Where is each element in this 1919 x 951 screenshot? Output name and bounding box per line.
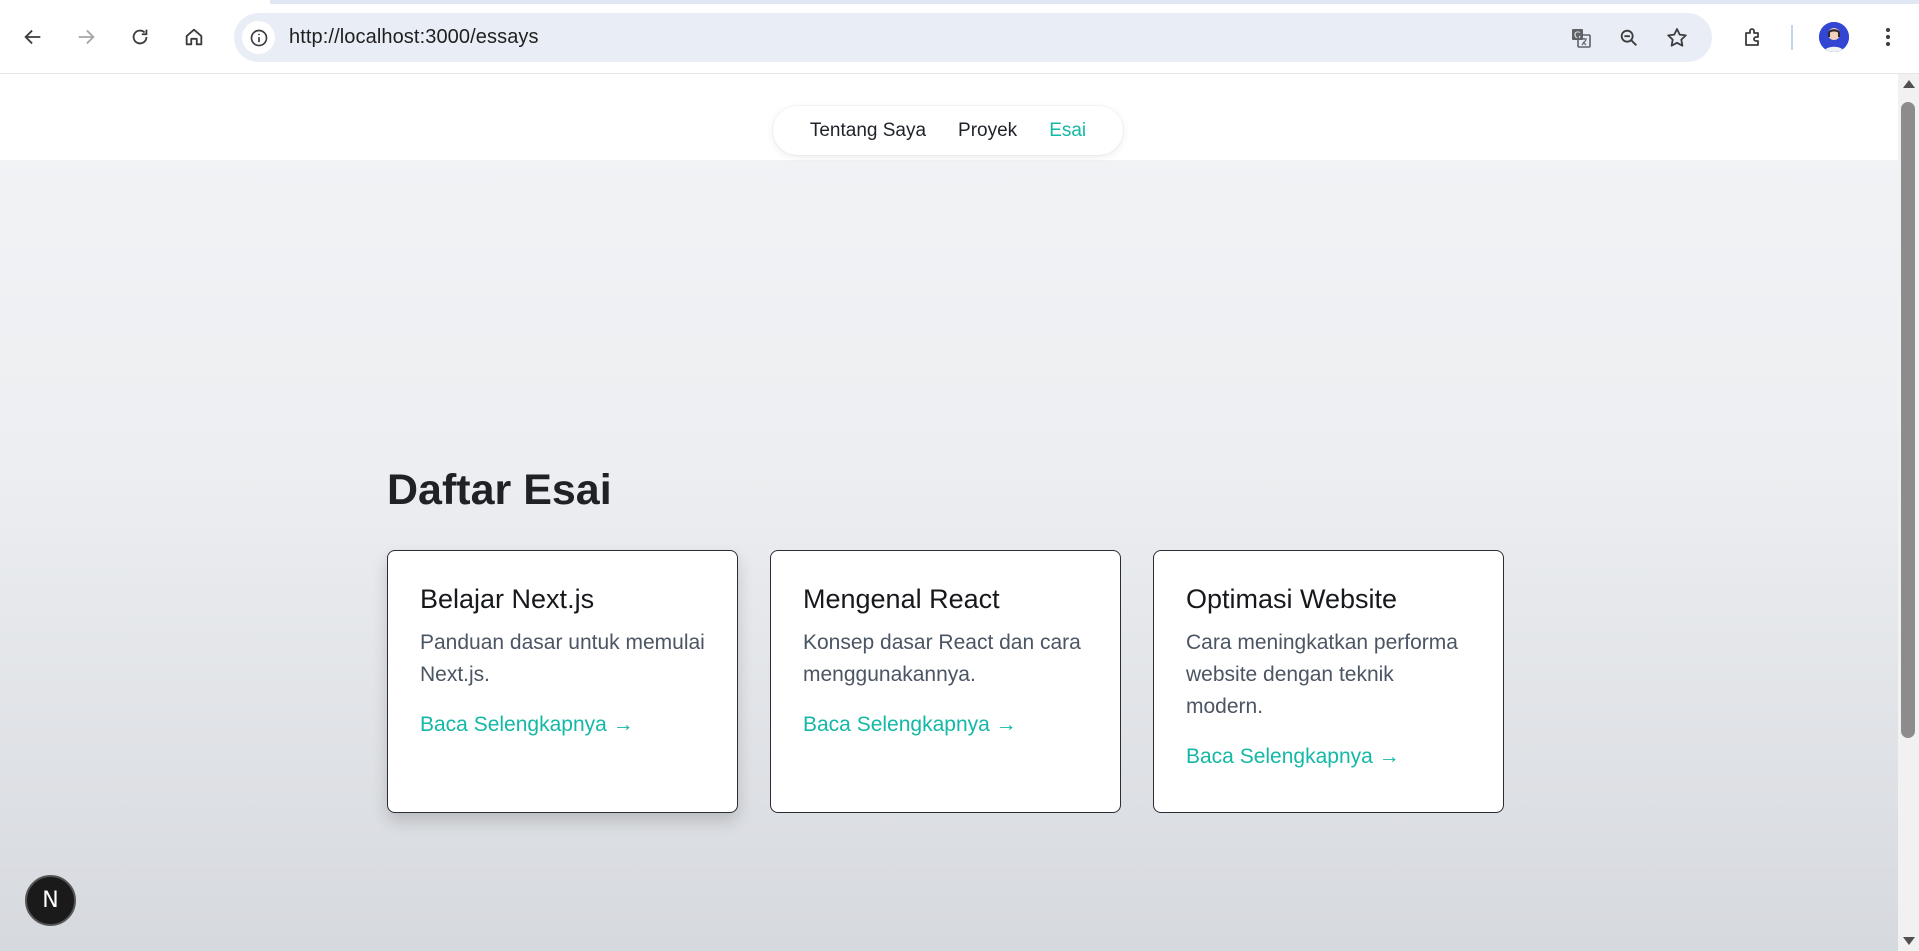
reload-icon[interactable] <box>122 19 158 55</box>
nav-item-about[interactable]: Tentang Saya <box>810 120 926 142</box>
essay-card: Belajar Next.js Panduan dasar untuk memu… <box>387 550 738 813</box>
info-icon[interactable] <box>242 21 275 54</box>
essay-description: Panduan dasar untuk memulai Next.js. <box>420 631 705 686</box>
menu-icon[interactable] <box>1870 19 1906 55</box>
scroll-down-arrow-icon[interactable] <box>1903 937 1915 945</box>
read-more-link[interactable]: Baca Selengkapnya → <box>1186 745 1400 768</box>
back-icon[interactable] <box>15 19 51 55</box>
essay-title: Optimasi Website <box>1186 584 1398 614</box>
address-bar[interactable]: http://localhost:3000/essays G <box>234 13 1712 62</box>
extensions-icon[interactable] <box>1735 19 1771 55</box>
toolbar-divider <box>1791 25 1793 50</box>
nav-item-projects[interactable]: Proyek <box>958 120 1017 142</box>
essay-title: Mengenal React <box>803 584 1000 614</box>
nextjs-dev-badge[interactable]: N <box>25 875 76 926</box>
home-icon[interactable] <box>176 19 212 55</box>
scrollbar-thumb[interactable] <box>1901 102 1915 738</box>
bookmark-star-icon[interactable] <box>1662 23 1692 53</box>
essay-description: Cara meningkatkan performa website denga… <box>1186 631 1458 718</box>
essay-card: Mengenal React Konsep dasar React dan ca… <box>770 550 1121 813</box>
page-viewport: Tentang Saya Proyek Esai Daftar Esai Bel… <box>0 74 1898 951</box>
nav-item-essays[interactable]: Esai <box>1049 120 1086 142</box>
forward-icon[interactable] <box>68 19 104 55</box>
essay-title: Belajar Next.js <box>420 584 595 614</box>
avatar[interactable] <box>1819 22 1849 52</box>
read-more-link[interactable]: Baca Selengkapnya → <box>420 713 634 736</box>
zoom-icon[interactable] <box>1614 23 1644 53</box>
essay-description: Konsep dasar React dan cara menggunakann… <box>803 631 1081 686</box>
translate-icon[interactable]: G <box>1566 23 1596 53</box>
essay-list: Belajar Next.js Panduan dasar untuk memu… <box>387 550 1504 813</box>
scrollbar[interactable] <box>1898 74 1919 951</box>
essay-card: Optimasi Website Cara meningkatkan perfo… <box>1153 550 1504 813</box>
read-more-link[interactable]: Baca Selengkapnya → <box>803 713 1017 736</box>
tab-strip-edge <box>0 0 1919 4</box>
page-title: Daftar Esai <box>387 466 612 514</box>
browser-toolbar: http://localhost:3000/essays G <box>0 0 1919 74</box>
url-text[interactable]: http://localhost:3000/essays <box>289 26 539 49</box>
scroll-up-arrow-icon[interactable] <box>1903 80 1915 88</box>
site-nav: Tentang Saya Proyek Esai <box>773 106 1123 155</box>
